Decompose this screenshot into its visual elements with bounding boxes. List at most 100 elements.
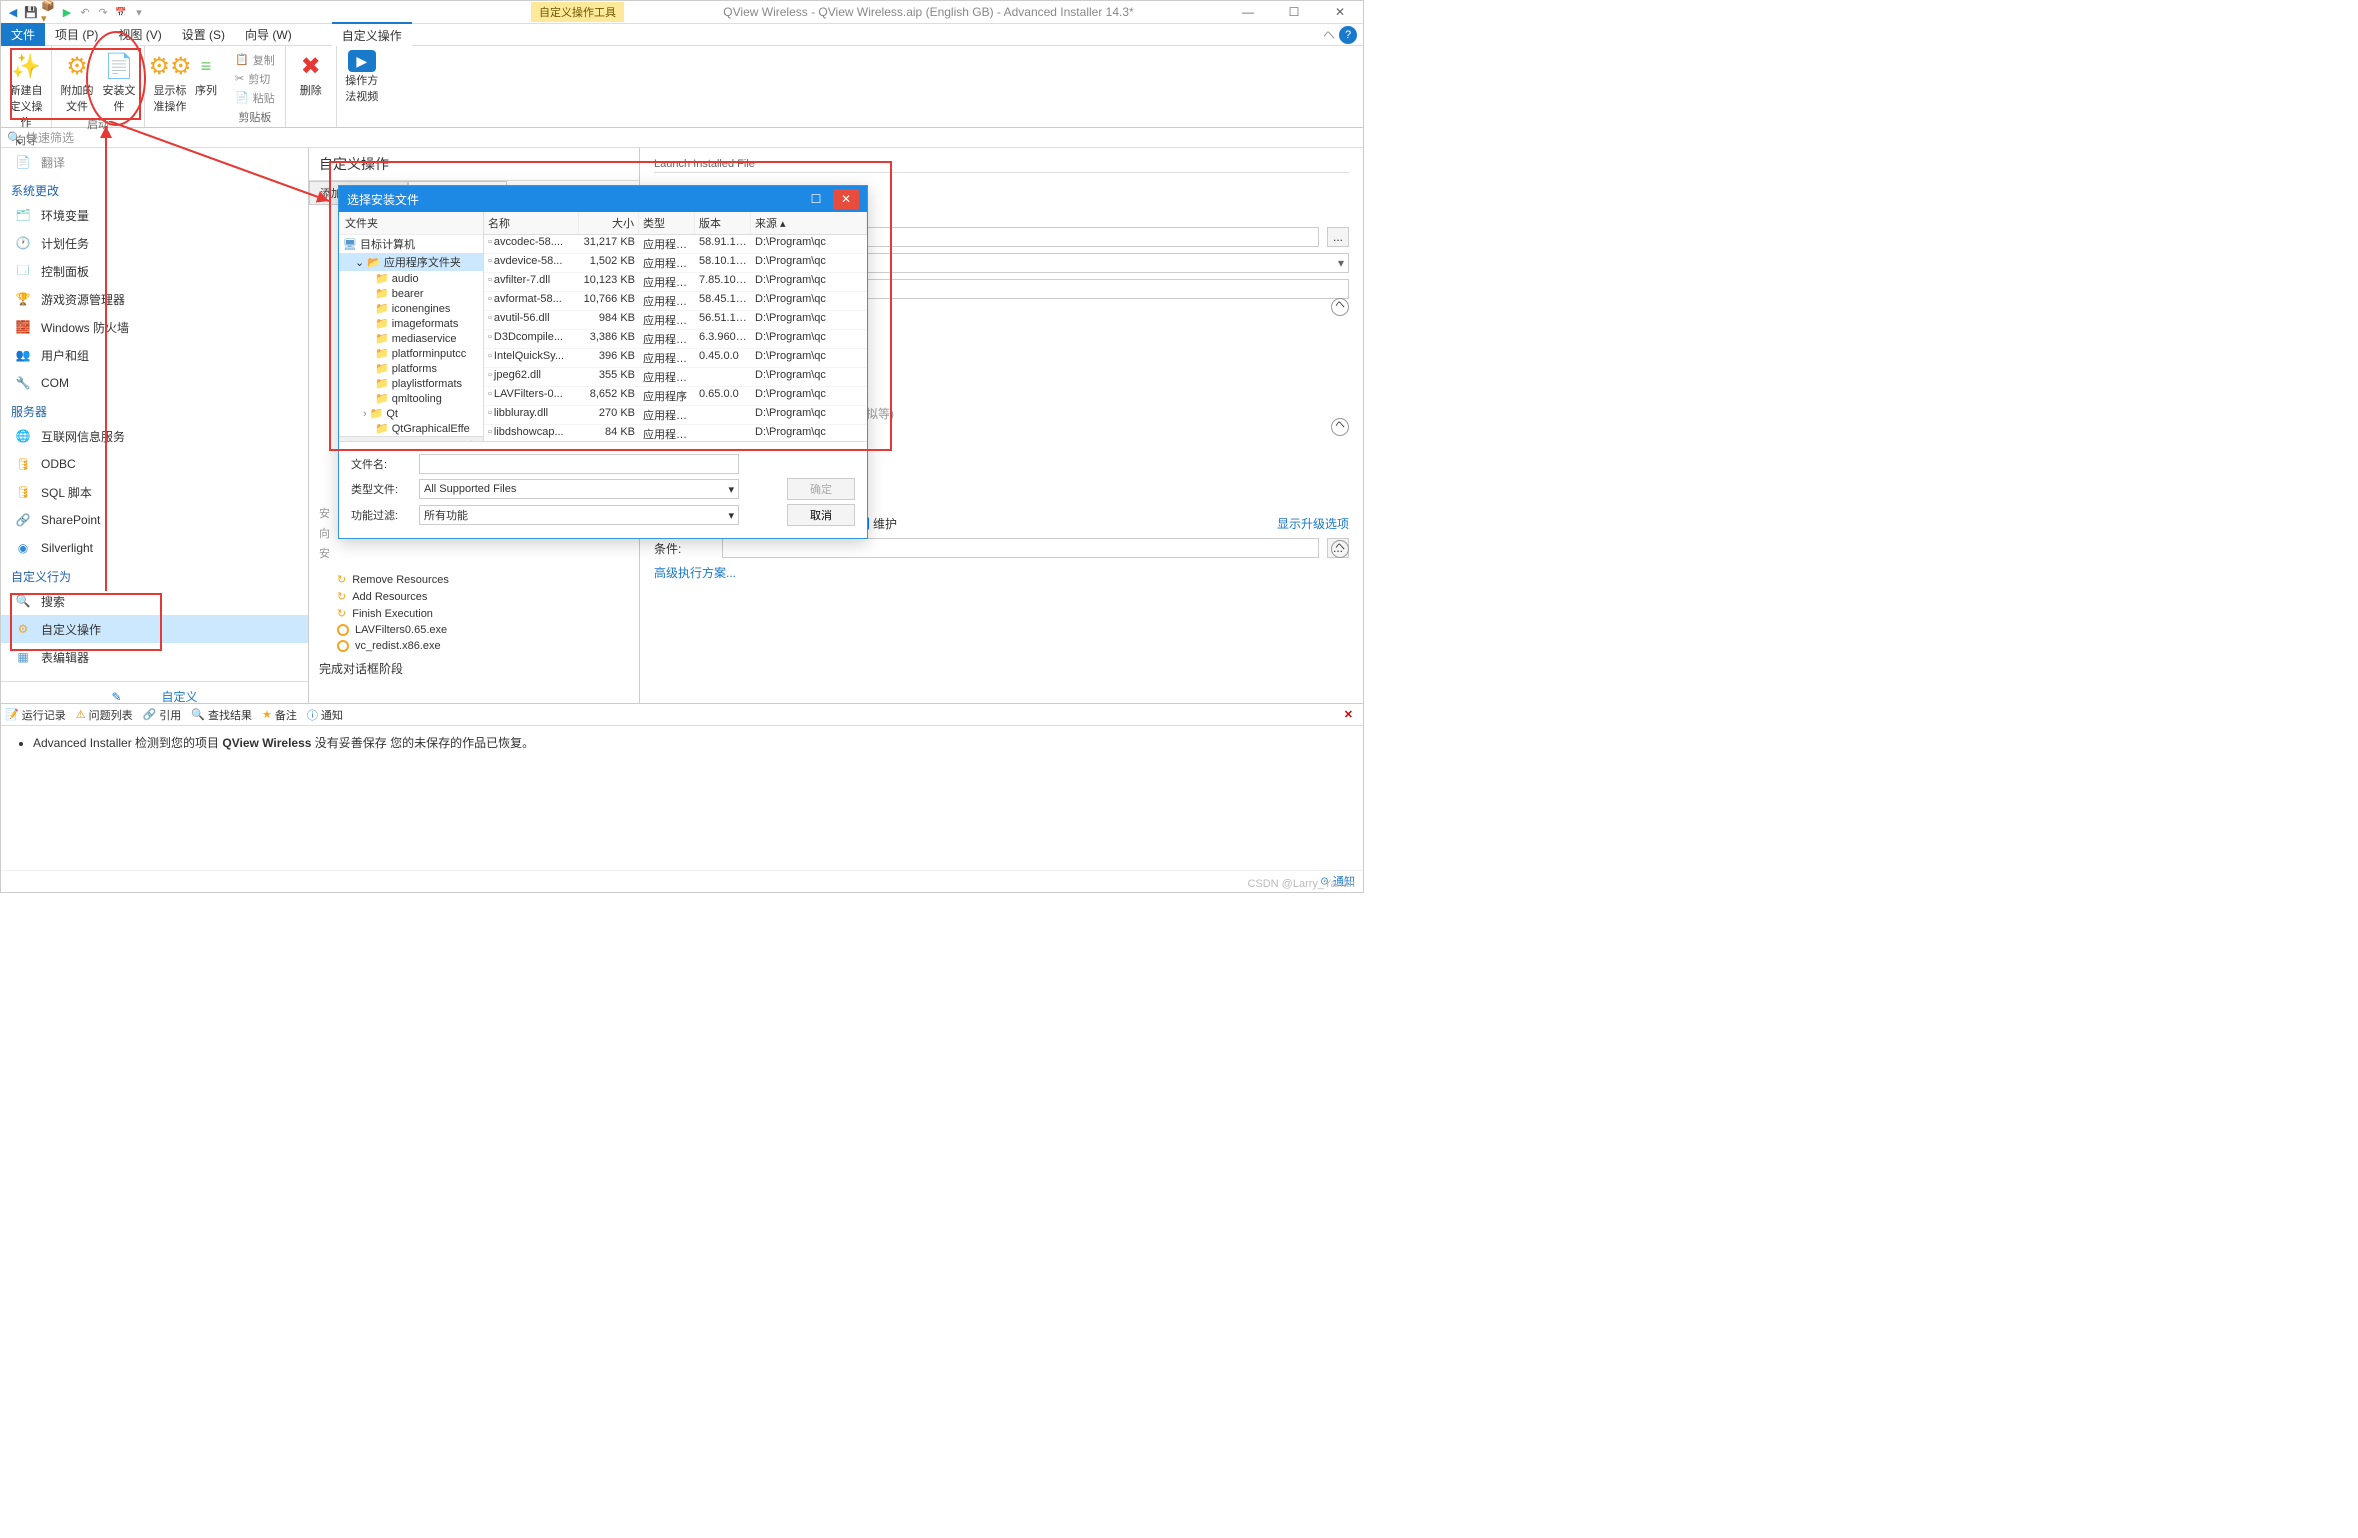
action-item[interactable]: LAVFilters0.65.exe <box>319 622 629 638</box>
menu-custom-actions[interactable]: 自定义操作 <box>332 22 412 47</box>
file-row[interactable]: ▫avformat-58...10,766 KB应用程序...58.45.10.… <box>484 292 867 311</box>
menu-project[interactable]: 项目 (P) <box>45 23 108 46</box>
sidebar-item-users-groups[interactable]: 👥用户和组 <box>1 341 308 369</box>
file-row[interactable]: ▫libbluray.dll270 KB应用程序...D:\Program\qc <box>484 406 867 425</box>
save-icon[interactable]: 💾 <box>23 4 39 20</box>
dialog-titlebar[interactable]: 选择安装文件 ☐ ✕ <box>339 186 867 212</box>
col-version[interactable]: 版本 <box>695 212 751 234</box>
rp-adv-exec-link[interactable]: 高级执行方案... <box>654 564 736 581</box>
bp-tab-references[interactable]: 🔗引用 <box>143 707 182 723</box>
ribbon-sequence[interactable]: ≡ 序列 <box>193 48 219 116</box>
file-row[interactable]: ▫libdshowcap...84 KB应用程序...D:\Program\qc <box>484 425 867 441</box>
minimize-button[interactable]: — <box>1225 1 1271 24</box>
run-icon[interactable]: ▶ <box>59 4 75 20</box>
package-icon[interactable]: 📦▾ <box>41 4 57 20</box>
sidebar-item-truncated[interactable]: 📄翻译 <box>1 148 308 176</box>
tree-subfolder[interactable]: 📁platforms <box>339 361 483 376</box>
bp-tab-notes[interactable]: ★备注 <box>262 707 297 723</box>
tree-subfolder[interactable]: 📁playlistformats <box>339 376 483 391</box>
dialog-close[interactable]: ✕ <box>833 189 859 209</box>
tree-subfolder[interactable]: 📁QtGraphicalEffe <box>339 421 483 436</box>
tree-subfolder[interactable]: 📁imageformats <box>339 316 483 331</box>
ribbon-copy[interactable]: 📋复制 <box>231 51 279 69</box>
rp-cond-input[interactable] <box>722 538 1319 558</box>
quick-filter[interactable]: 🔍 快速筛选 <box>1 128 1363 148</box>
filetype-select[interactable]: All Supported Files▾ <box>419 479 739 499</box>
sidebar-item-game-explorer[interactable]: 🏆游戏资源管理器 <box>1 285 308 313</box>
tree-subfolder[interactable]: 📁mediaservice <box>339 331 483 346</box>
sidebar-item-search[interactable]: 🔍搜索 <box>1 587 308 615</box>
action-item[interactable]: vc_redist.x86.exe <box>319 638 629 654</box>
action-item[interactable]: ↻Add Resources <box>319 588 629 605</box>
file-row[interactable]: ▫avdevice-58...1,502 KB应用程序...58.10.10..… <box>484 254 867 273</box>
rp-browse-button[interactable]: ... <box>1327 227 1349 247</box>
sidebar-item-env-vars[interactable]: 🗂环境变量 <box>1 201 308 229</box>
undo-icon[interactable]: ↶ <box>77 4 93 20</box>
sidebar-item-table-editor[interactable]: ▦表编辑器 <box>1 643 308 671</box>
ribbon-collapse-icon[interactable]: ヘ <box>1323 26 1335 43</box>
sidebar-item-firewall[interactable]: 🧱Windows 防火墙 <box>1 313 308 341</box>
collapse-toggle-1[interactable]: ヘ <box>1331 298 1349 316</box>
close-button[interactable]: ✕ <box>1317 1 1363 24</box>
menu-view[interactable]: 视图 (V) <box>108 23 171 46</box>
collapse-toggle-2[interactable]: ヘ <box>1331 418 1349 436</box>
action-item[interactable]: ↻Finish Execution <box>319 605 629 622</box>
maximize-button[interactable]: ☐ <box>1271 1 1317 24</box>
collapse-toggle-3[interactable]: ヘ <box>1331 540 1349 558</box>
dialog-maximize[interactable]: ☐ <box>803 189 829 209</box>
sidebar-item-odbc[interactable]: 🛢ODBC <box>1 450 308 478</box>
dialog-ok-button[interactable]: 确定 <box>787 478 855 500</box>
file-row[interactable]: ▫avfilter-7.dll10,123 KB应用程序...7.85.100.… <box>484 273 867 292</box>
sidebar-item-sql[interactable]: 🛢SQL 脚本 <box>1 478 308 506</box>
file-row[interactable]: ▫avutil-56.dll984 KB应用程序...56.51.10...D:… <box>484 311 867 330</box>
dialog-cancel-button[interactable]: 取消 <box>787 504 855 526</box>
bp-tab-notify[interactable]: ⓘ通知 <box>307 707 343 723</box>
tree-subfolder[interactable]: 📁audio <box>339 271 483 286</box>
back-icon[interactable]: ◀ <box>5 4 21 20</box>
tree-hscroll[interactable]: ◀▶ <box>339 436 483 441</box>
tree-root[interactable]: 🖥目标计算机 <box>339 235 483 253</box>
ribbon-cut[interactable]: ✂剪切 <box>231 70 279 88</box>
file-row[interactable]: ▫IntelQuickSy...396 KB应用程序...0.45.0.0D:\… <box>484 349 867 368</box>
calendar-icon[interactable]: 📅 <box>113 4 129 20</box>
sidebar-item-silverlight[interactable]: ◉Silverlight <box>1 534 308 562</box>
menu-file[interactable]: 文件 <box>1 23 45 46</box>
ribbon-attached-file[interactable]: ⚙ 附加的文件 <box>58 48 96 116</box>
col-size[interactable]: 大小 <box>579 212 639 234</box>
notify-badge[interactable]: ☉ 通知 <box>1 870 1363 891</box>
file-row[interactable]: ▫LAVFilters-0...8,652 KB应用程序0.65.0.0D:\P… <box>484 387 867 406</box>
ribbon-install-file[interactable]: 📄 安装文件 <box>100 48 138 116</box>
tree-app-folder[interactable]: ⌄📂应用程序文件夹 <box>339 253 483 271</box>
ribbon-show-standard[interactable]: ⚙⚙ 显示标准操作 <box>151 48 189 116</box>
sidebar-item-scheduled-tasks[interactable]: 🕐计划任务 <box>1 229 308 257</box>
redo-icon[interactable]: ↷ <box>95 4 111 20</box>
file-row[interactable]: ▫D3Dcompile...3,386 KB应用程序...6.3.9600...… <box>484 330 867 349</box>
sidebar-item-control-panel[interactable]: 🗔控制面板 <box>1 257 308 285</box>
col-name[interactable]: 名称 <box>484 212 579 234</box>
help-icon[interactable]: ? <box>1339 26 1357 44</box>
ribbon-howto-video[interactable]: ▶ 操作方法视频 <box>343 48 381 113</box>
col-source[interactable]: 来源 ▴ <box>751 212 867 234</box>
qat-dropdown-icon[interactable]: ▾ <box>131 4 147 20</box>
menu-wizard[interactable]: 向导 (W) <box>235 23 302 46</box>
tree-subfolder[interactable]: ›📁Qt <box>339 406 483 421</box>
menu-settings[interactable]: 设置 (S) <box>172 23 235 46</box>
action-item[interactable]: ↻Remove Resources <box>319 571 629 588</box>
sidebar-item-iis[interactable]: 🌐互联网信息服务 <box>1 422 308 450</box>
filter-select[interactable]: 所有功能▾ <box>419 505 739 525</box>
ribbon-delete[interactable]: ✖ 删除 <box>292 48 330 113</box>
tree-subfolder[interactable]: 📁bearer <box>339 286 483 301</box>
tree-subfolder[interactable]: 📁qmltooling <box>339 391 483 406</box>
sidebar-item-com[interactable]: 🔧COM <box>1 369 308 397</box>
file-row[interactable]: ▫avcodec-58....31,217 KB应用程序...58.91.10.… <box>484 235 867 254</box>
sidebar-item-custom-actions[interactable]: ⚙自定义操作 <box>1 615 308 643</box>
file-row[interactable]: ▫jpeg62.dll355 KB应用程序...D:\Program\qc <box>484 368 867 387</box>
bp-tab-find-results[interactable]: 🔍查找结果 <box>191 707 252 723</box>
bp-tab-issues[interactable]: ⚠问题列表 <box>76 707 133 723</box>
ribbon-new-custom-action[interactable]: ✨ 新建自定义操作 <box>7 48 45 132</box>
bp-tab-run-log[interactable]: 📝运行记录 <box>5 707 66 723</box>
rp-show-upgrade-link[interactable]: 显示升级选项 <box>1277 515 1349 532</box>
col-type[interactable]: 类型 <box>639 212 695 234</box>
ribbon-paste[interactable]: 📄粘贴 <box>231 89 279 107</box>
tree-subfolder[interactable]: 📁iconengines <box>339 301 483 316</box>
